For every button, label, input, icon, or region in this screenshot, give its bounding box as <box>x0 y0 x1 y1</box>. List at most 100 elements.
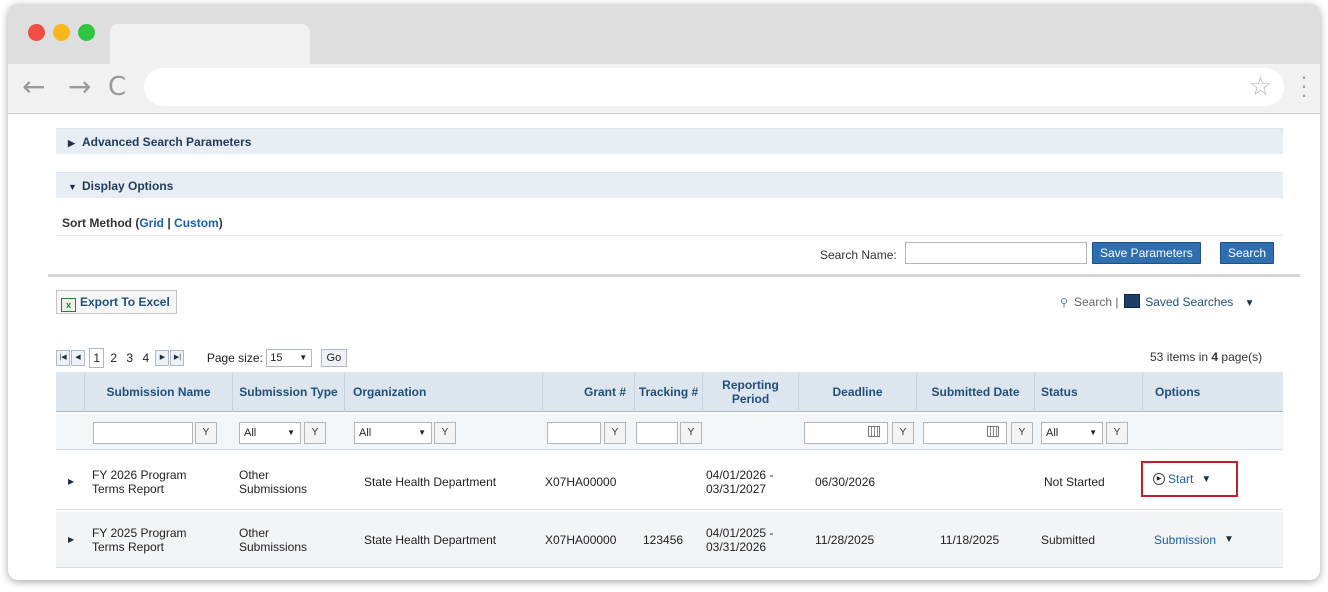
reporting-period-cell: 04/01/2025 - 03/31/2026 <box>706 526 774 554</box>
browser-window: ← → C ☆ · · · ▶ Advanced Search Parameters … <box>8 4 1320 580</box>
submission-name-filter-input[interactable] <box>93 422 193 444</box>
submission-type-filter-value: All <box>244 427 257 439</box>
advanced-search-panel-header[interactable]: ▶ Advanced Search Parameters <box>56 128 1283 154</box>
find-icon: ⚲ <box>1060 297 1069 309</box>
start-option-highlight[interactable]: ▶ Start ▼ <box>1141 461 1238 497</box>
calendar-icon[interactable] <box>987 426 999 437</box>
page-size-value: 15 <box>270 352 283 364</box>
collapse-triangle-icon: ▼ <box>68 182 77 192</box>
column-header-submitted-date[interactable]: Submitted Date <box>916 372 1034 412</box>
filter-icon[interactable]: Y <box>892 422 914 444</box>
items-count: 53 <box>1150 350 1164 364</box>
column-header-grant[interactable]: Grant # <box>542 372 634 412</box>
address-bar[interactable]: ☆ <box>144 68 1284 106</box>
chevron-down-icon: ▼ <box>287 428 295 437</box>
search-name-input[interactable] <box>905 242 1087 264</box>
page-number-1[interactable]: 1 <box>89 348 105 368</box>
page-number-2[interactable]: 2 <box>107 349 120 367</box>
floppy-disk-icon <box>1123 294 1140 308</box>
column-header-organization[interactable]: Organization <box>344 372 542 412</box>
filter-icon[interactable]: Y <box>680 422 702 444</box>
page-number-3[interactable]: 3 <box>123 349 136 367</box>
browser-tab-strip <box>8 4 1320 64</box>
previous-page-icon[interactable]: ◀ <box>71 350 85 366</box>
sort-grid-link[interactable]: Grid <box>139 216 164 230</box>
submission-type-filter-select[interactable]: All ▼ <box>239 422 301 444</box>
chevron-down-icon[interactable]: ▼ <box>1224 533 1234 547</box>
row-expand-icon[interactable]: ▶ <box>68 512 74 568</box>
next-page-icon[interactable]: ▶ <box>155 350 170 366</box>
filter-icon[interactable]: Y <box>195 422 217 444</box>
chevron-down-icon[interactable]: ▼ <box>1245 298 1255 309</box>
column-header-status[interactable]: Status <box>1034 372 1142 412</box>
saved-searches-link[interactable]: Saved Searches <box>1145 295 1233 309</box>
export-to-excel-button[interactable]: x Export To Excel <box>56 290 177 314</box>
tracking-cell: 123456 <box>643 533 684 547</box>
submission-link[interactable]: Submission <box>1154 533 1216 547</box>
tracking-filter-input[interactable] <box>636 422 678 444</box>
filter-icon[interactable]: Y <box>604 422 626 444</box>
sort-custom-link[interactable]: Custom <box>174 216 219 230</box>
filter-icon[interactable]: Y <box>1011 422 1033 444</box>
submission-option-link[interactable]: Submission ▼ <box>1154 512 1274 568</box>
filter-icon[interactable]: Y <box>1106 422 1128 444</box>
table-row: ▶ FY 2026 Program Terms Report Other Sub… <box>56 454 1283 510</box>
status-filter-select[interactable]: All ▼ <box>1041 422 1103 444</box>
browser-tab[interactable] <box>110 24 310 64</box>
advanced-search-label: Advanced Search Parameters <box>82 135 252 149</box>
reload-icon[interactable]: C <box>108 72 126 102</box>
maximize-window-button[interactable] <box>78 24 95 41</box>
column-header-tracking[interactable]: Tracking # <box>634 372 702 412</box>
row-expand-icon[interactable]: ▶ <box>68 454 74 510</box>
forward-arrow-icon[interactable]: → <box>68 72 91 102</box>
page-number-4[interactable]: 4 <box>139 349 152 367</box>
browser-menu-icon[interactable]: · · · <box>1300 66 1308 106</box>
search-button[interactable]: Search <box>1220 242 1275 264</box>
deadline-cell: 11/28/2025 <box>815 533 875 547</box>
page-content: ▶ Advanced Search Parameters ▼ Display Opt… <box>48 114 1300 580</box>
saved-searches-area: ⚲ Search | Saved Searches ▼ <box>1060 294 1255 312</box>
start-link[interactable]: Start <box>1168 472 1193 486</box>
pager: |◀ ◀ 1 2 3 4 ▶ ▶| Page size: 15 ▼ Go <box>56 348 348 368</box>
submitted-date-cell: 11/18/2025 <box>940 533 1000 547</box>
save-parameters-button[interactable]: Save Parameters <box>1092 242 1201 264</box>
submission-name-cell: FY 2025 Program Terms Report <box>92 526 187 554</box>
search-link[interactable]: Search <box>1074 295 1112 309</box>
close-window-button[interactable] <box>28 24 45 41</box>
back-arrow-icon[interactable]: ← <box>22 72 45 102</box>
section-divider <box>48 274 1300 277</box>
items-count-text: 53 items in 4 page(s) <box>1150 350 1262 364</box>
go-button[interactable]: Go <box>320 349 348 367</box>
organization-filter-select[interactable]: All ▼ <box>354 422 432 444</box>
column-header-options: Options <box>1142 372 1283 412</box>
excel-icon: x <box>61 298 76 312</box>
chevron-down-icon[interactable]: ▼ <box>1201 474 1211 485</box>
items-text: items in <box>1163 350 1212 364</box>
filter-icon[interactable]: Y <box>434 422 456 444</box>
first-page-icon[interactable]: |◀ <box>56 350 70 366</box>
filter-icon[interactable]: Y <box>304 422 326 444</box>
search-name-row: Search Name: Save Parameters Search <box>56 238 1283 272</box>
calendar-icon[interactable] <box>868 426 880 437</box>
deadline-cell: 06/30/2026 <box>815 475 876 489</box>
page-size-select[interactable]: 15 ▼ <box>266 349 313 367</box>
minimize-window-button[interactable] <box>53 24 70 41</box>
bookmark-star-icon[interactable]: ☆ <box>1249 72 1272 102</box>
chevron-down-icon: ▼ <box>1089 428 1097 437</box>
search-name-label: Search Name: <box>820 248 897 262</box>
column-header-reporting-period[interactable]: Reporting Period <box>702 372 798 412</box>
last-page-icon[interactable]: ▶| <box>170 350 185 366</box>
column-header-submission-name[interactable]: Submission Name <box>84 372 232 412</box>
pages-text: page(s) <box>1218 350 1263 364</box>
sort-separator: | <box>164 216 175 230</box>
tracking-cell <box>643 454 703 510</box>
column-header-submission-type[interactable]: Submission Type <box>232 372 344 412</box>
submission-type-cell: Other Submissions <box>239 468 308 496</box>
grant-filter-input[interactable] <box>547 422 601 444</box>
display-options-panel-header[interactable]: ▼ Display Options <box>56 172 1283 198</box>
submitted-date-cell <box>940 454 1040 510</box>
column-header-deadline[interactable]: Deadline <box>798 372 916 412</box>
sort-method-label: Sort Method ( <box>62 216 140 230</box>
page-size-label: Page size: <box>206 351 263 365</box>
status-cell: Submitted <box>1041 533 1096 547</box>
